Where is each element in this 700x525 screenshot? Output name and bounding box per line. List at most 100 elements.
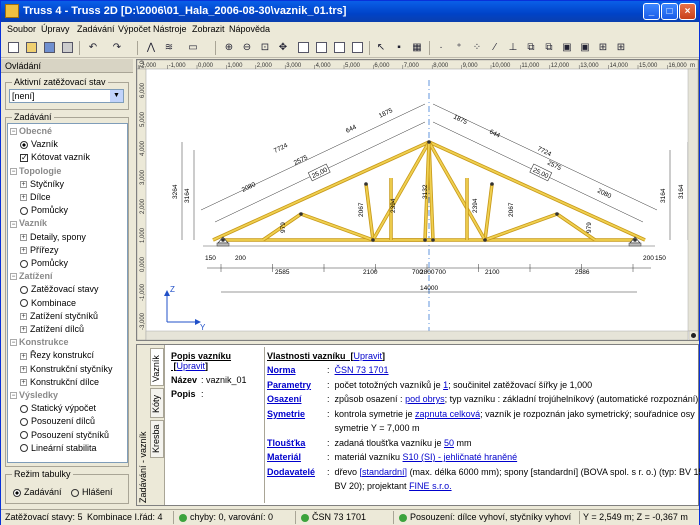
properties-icon[interactable]: ⊞ — [595, 40, 611, 56]
property-link[interactable]: 50 — [444, 438, 454, 448]
chevron-down-icon[interactable]: ▼ — [110, 90, 123, 102]
node-dot — [431, 238, 435, 242]
maximize-button[interactable]: □ — [661, 3, 678, 20]
tree-item[interactable]: + Konstrukční styčníky — [20, 364, 113, 375]
edit-props-link[interactable]: Upravit — [354, 351, 383, 361]
panel-header: Ovládání — [1, 59, 133, 73]
cursor-icon[interactable]: ↖ — [373, 40, 389, 56]
redo-icon[interactable]: ↷ — [109, 40, 125, 56]
member-icon[interactable]: ⁄ — [487, 40, 503, 56]
collapse-icon[interactable]: − — [10, 339, 17, 347]
tree-item[interactable]: Pomůcky — [20, 205, 68, 216]
select-area-icon[interactable]: ▦ — [409, 40, 425, 56]
zoom-prev-icon[interactable] — [313, 40, 329, 56]
property-key[interactable]: Dodavatelé — [267, 467, 315, 477]
collapse-icon[interactable]: − — [10, 220, 17, 228]
tree-item[interactable]: Pomůcky — [20, 258, 68, 269]
vertical-scrollbar — [687, 68, 699, 332]
view-icon[interactable]: ▭ — [185, 40, 201, 56]
print-icon[interactable] — [59, 40, 75, 56]
tree-item[interactable]: + Přířezy — [20, 245, 59, 256]
calc-icon[interactable]: ≋ — [161, 40, 177, 56]
grid-icon[interactable]: ⊞ — [613, 40, 629, 56]
tree-item[interactable]: + Řezy konstrukcí — [20, 350, 94, 361]
mirror-icon[interactable]: ⧉ — [541, 40, 557, 56]
property-key[interactable]: Symetrie — [267, 409, 305, 419]
dim-label: 150 — [655, 255, 666, 262]
close-button[interactable]: × — [679, 3, 696, 20]
zoom-all-icon[interactable] — [295, 40, 311, 56]
node-add-icon[interactable]: ⁺ — [451, 40, 467, 56]
tree-item[interactable]: + Konstrukční dílce — [20, 377, 99, 388]
collapse-icon[interactable]: − — [10, 273, 17, 281]
dim-label-vertical: 2394 — [390, 198, 397, 213]
minimize-button[interactable]: _ — [643, 3, 660, 20]
open-icon[interactable] — [23, 40, 39, 56]
truss-icon[interactable]: ⋀ — [143, 40, 159, 56]
select-icon[interactable]: ▪ — [391, 40, 407, 56]
collapse-icon[interactable]: − — [10, 392, 17, 400]
menu-napoveda[interactable]: Nápověda — [229, 24, 270, 34]
copy-icon[interactable]: ⧉ — [523, 40, 539, 56]
property-link[interactable]: [standardní] — [360, 467, 408, 477]
property-link[interactable]: ČSN 73 1701 — [335, 365, 389, 375]
undo-icon[interactable]: ↶ — [85, 40, 101, 56]
tree-item[interactable]: Lineární stabilita — [20, 443, 97, 454]
node-icon[interactable]: · — [433, 40, 449, 56]
tree-item[interactable]: Vazník — [20, 139, 58, 150]
property-link[interactable]: FINE s.r.o. — [409, 481, 452, 491]
save-icon[interactable] — [41, 40, 57, 56]
checkbox-icon: ✓ — [20, 153, 28, 163]
load-state-select[interactable]: [není] ▼ — [9, 89, 124, 103]
node-move-icon[interactable]: ⁘ — [469, 40, 485, 56]
layers-icon[interactable]: ▣ — [577, 40, 593, 56]
tree-item[interactable]: + Zatížení styčníků — [20, 311, 98, 322]
menu-soubor[interactable]: Soubor — [7, 24, 36, 34]
dim-label-vertical: 2067 — [508, 202, 515, 217]
tree-item[interactable]: Zatěžovací stavy — [20, 284, 99, 295]
node-dot — [490, 182, 494, 186]
collapse-icon[interactable]: − — [10, 128, 17, 136]
collapse-icon[interactable]: − — [10, 167, 17, 175]
property-key[interactable]: Materiál — [267, 452, 301, 462]
tree-item[interactable]: Posouzení dílců — [20, 416, 95, 427]
ruler-label: 15,000 — [639, 63, 658, 69]
tree-item[interactable]: Kombinace — [20, 298, 76, 309]
zoom-out-icon[interactable]: ⊖ — [239, 40, 255, 56]
zoom-next-icon[interactable] — [331, 40, 347, 56]
zoom-window-icon[interactable]: ⊡ — [257, 40, 273, 56]
mode-input-radio[interactable]: Zadávání — [13, 487, 62, 497]
tree-item[interactable]: + Dílce — [20, 192, 51, 203]
property-key[interactable]: Osazení — [267, 394, 302, 404]
property-key[interactable]: Norma — [267, 365, 296, 375]
mode-report-radio[interactable]: Hlášení — [71, 487, 113, 497]
property-value: : zadaná tloušťka vazníku je 50 mm — [327, 437, 472, 448]
tree-item[interactable]: + Detaily, spony — [20, 232, 86, 243]
menu-nastroje[interactable]: Nástroje — [153, 24, 187, 34]
zoom-fit-icon[interactable] — [349, 40, 365, 56]
layer-icon[interactable]: ▣ — [559, 40, 575, 56]
property-key[interactable]: Tloušťka — [267, 438, 305, 448]
menu-upravy[interactable]: Úpravy — [41, 24, 70, 34]
menu-zobrazit[interactable]: Zobrazit — [192, 24, 225, 34]
tree-item[interactable]: + Zatížení dílců — [20, 324, 84, 335]
property-key[interactable]: Parametry — [267, 380, 311, 390]
tree-item[interactable]: Posouzení styčníků — [20, 430, 109, 441]
zoom-in-icon[interactable]: ⊕ — [221, 40, 237, 56]
menu-zadavani[interactable]: Zadávání — [77, 24, 115, 34]
tree-item[interactable]: Statický výpočet — [20, 403, 96, 414]
tab-vaznik-label: Vazník — [151, 355, 161, 382]
property-link[interactable]: S10 (SI) - jehličnaté hraněné — [403, 452, 518, 462]
edit-popis-link[interactable]: Upravit — [177, 361, 206, 371]
drawing-canvas[interactable]: -2,000 -1,000 0,000 1,000 2,000 3,000 4,000 5,0… — [136, 53, 699, 341]
tree-item[interactable]: ✓ Kótovat vazník — [20, 152, 90, 163]
tree-item[interactable]: + Styčníky — [20, 179, 64, 190]
truss-drawing[interactable]: -2,000 -1,000 0,000 1,000 2,000 3,000 4,000 5,0… — [136, 53, 699, 341]
property-link[interactable]: zapnuta celková — [415, 409, 480, 419]
property-link[interactable]: pod obrys — [405, 394, 445, 404]
support-icon[interactable]: ⊥ — [505, 40, 521, 56]
menu-vypocet[interactable]: Výpočet — [118, 24, 151, 34]
pan-icon[interactable]: ✥ — [275, 40, 291, 56]
node-dot — [633, 238, 637, 242]
new-icon[interactable] — [5, 40, 21, 56]
